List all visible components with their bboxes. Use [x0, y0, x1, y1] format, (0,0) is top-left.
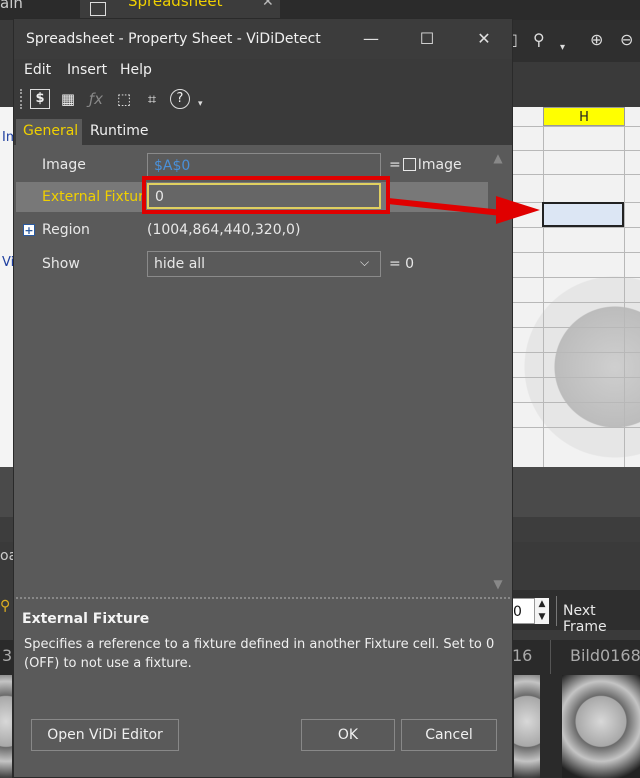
grid-line [505, 227, 640, 228]
grid-line [505, 277, 640, 278]
annotation-highlight-box [142, 176, 390, 214]
image-suffix: = Image [389, 157, 462, 173]
selected-cell[interactable] [542, 202, 624, 227]
grid-line [543, 107, 544, 467]
divider [550, 640, 551, 674]
dialog-title: Spreadsheet - Property Sheet - ViDiDetec… [26, 31, 321, 47]
bg-left-strip [0, 107, 14, 467]
bg-tab-spreadsheet-label: Spreadsheet [128, 0, 223, 10]
expand-plus-icon[interactable]: + [23, 224, 35, 236]
film-label-middle: 16 [512, 646, 533, 665]
property-label-external-fixture: External Fixture [42, 189, 142, 205]
tab-bar [14, 119, 512, 145]
toolbar-grip [20, 89, 25, 109]
close-button[interactable]: ✕ [469, 27, 499, 51]
grid-line [505, 150, 640, 151]
tab-runtime[interactable]: Runtime [90, 123, 148, 139]
minimize-button[interactable]: — [356, 27, 386, 51]
function-icon[interactable]: ƒx [86, 89, 106, 109]
ok-button[interactable]: OK [301, 719, 395, 751]
film-thumbnail[interactable] [562, 675, 640, 778]
spreadsheet-background-image [505, 107, 640, 467]
film-label-right: Bild0168 [570, 646, 640, 665]
scroll-down-icon[interactable]: ▼ [488, 577, 508, 595]
column-header-h[interactable]: H [543, 107, 625, 126]
show-suffix: = 0 [389, 256, 415, 272]
zoom-in-icon[interactable]: ⊕ [590, 30, 603, 49]
description-divider [16, 597, 510, 603]
description-text: Specifies a reference to a fixture defin… [24, 637, 495, 671]
property-sheet-dialog: Spreadsheet - Property Sheet - ViDiDetec… [13, 18, 513, 778]
divider [556, 596, 557, 626]
cancel-button[interactable]: Cancel [401, 719, 497, 751]
scroll-up-icon[interactable]: ▲ [488, 151, 508, 169]
grid-line [505, 352, 640, 353]
grid-line [505, 302, 640, 303]
grid-line [505, 402, 640, 403]
maximize-button[interactable]: ☐ [412, 27, 442, 51]
table-icon[interactable]: ▦ [58, 89, 78, 109]
grid-line [505, 252, 640, 253]
grid-line [505, 327, 640, 328]
region-value[interactable]: (1004,864,440,320,0) [147, 222, 300, 238]
bg-tab-main[interactable]: ain [0, 0, 23, 12]
frame-spinner-arrows-icon[interactable]: ▲ ▼ [534, 598, 549, 624]
property-label-image: Image [42, 157, 86, 173]
fixture-icon[interactable]: ⌗ [142, 89, 162, 109]
dropdown-arrow-icon[interactable]: ▾ [560, 42, 565, 53]
film-label-left: 3 [2, 646, 13, 665]
toolbar-overflow-icon[interactable]: ▾ [198, 99, 203, 109]
reference-dollar-icon[interactable]: $ [30, 89, 50, 109]
chevron-down-icon[interactable]: ⌵ [360, 255, 369, 270]
show-dropdown[interactable]: hide all [147, 251, 381, 277]
grid-line [505, 377, 640, 378]
menu-help[interactable]: Help [120, 62, 152, 78]
property-label-show: Show [42, 256, 80, 272]
help-icon[interactable]: ? [170, 89, 190, 109]
film-thumbnail[interactable] [0, 675, 12, 778]
grid-line [505, 427, 640, 428]
spreadsheet-tab-icon [90, 2, 106, 16]
tab-general[interactable]: General [23, 123, 78, 139]
close-tab-icon[interactable]: ✕ [262, 0, 274, 10]
film-thumbnail[interactable] [514, 675, 540, 778]
spreadsheet-grid[interactable]: H [505, 107, 640, 467]
bg-link-icon[interactable]: ⚲ [0, 598, 10, 614]
image-type-icon [402, 158, 416, 171]
grid-line [505, 174, 640, 175]
region-select-icon[interactable]: ⬚ [114, 89, 134, 109]
annotation-arrow-head [496, 196, 540, 224]
menu-edit[interactable]: Edit [24, 62, 51, 78]
search-icon[interactable]: ⚲ [533, 30, 545, 49]
grid-line [624, 107, 625, 467]
next-frame-button[interactable]: Next Frame [563, 603, 640, 635]
property-label-region: Region [42, 222, 90, 238]
open-vidi-editor-button[interactable]: Open ViDi Editor [31, 719, 179, 751]
description-title: External Fixture [22, 611, 150, 627]
image-suffix-text: Image [417, 157, 462, 173]
zoom-out-icon[interactable]: ⊖ [620, 30, 633, 49]
grid-line [505, 126, 640, 127]
menu-insert[interactable]: Insert [67, 62, 107, 78]
